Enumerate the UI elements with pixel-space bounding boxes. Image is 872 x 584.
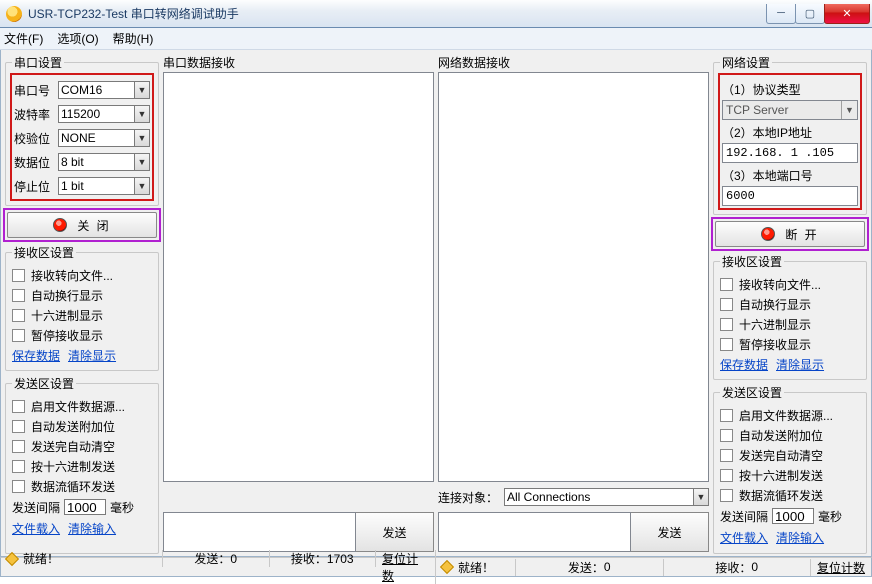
status-send-left: 0 <box>230 552 237 566</box>
status-ready-right: 就绪！ <box>458 559 494 576</box>
chevron-down-icon: ▼ <box>841 101 857 119</box>
menu-help[interactable]: 帮助(H) <box>113 30 154 47</box>
recv-opt-0[interactable]: 接收转向文件... <box>12 265 152 285</box>
serial-send-button[interactable]: 发送 <box>356 512 434 552</box>
send-opt-4[interactable]: 数据流循环发送 <box>12 476 152 496</box>
window-title: USR-TCP232-Test 串口转网络调试助手 <box>28 5 767 22</box>
chevron-down-icon: ▼ <box>134 106 149 122</box>
recv-opt-r3[interactable]: 暂停接收显示 <box>720 334 860 354</box>
net-recv-textarea[interactable] <box>438 72 709 482</box>
serial-port-combo[interactable]: COM16▼ <box>58 81 150 99</box>
send-opt-1[interactable]: 自动发送附加位 <box>12 416 152 436</box>
save-data-link-right[interactable]: 保存数据 <box>720 356 768 373</box>
reset-count-left[interactable]: 复位计数 <box>382 550 429 584</box>
send-opt-2[interactable]: 发送完自动清空 <box>12 436 152 456</box>
recv-options-group-right: 接收区设置 接收转向文件... 自动换行显示 十六进制显示 暂停接收显示 保存数… <box>713 253 867 380</box>
chevron-down-icon: ▼ <box>134 82 149 98</box>
recv-opt-r0[interactable]: 接收转向文件... <box>720 274 860 294</box>
stopbits-label: 停止位 <box>14 178 54 195</box>
pin-icon <box>5 551 19 565</box>
net-settings-group: 网络设置 （1）协议类型 TCP Server▼ （2）本地IP地址 192.1… <box>713 54 867 215</box>
clear-display-link-left[interactable]: 清除显示 <box>68 347 116 364</box>
save-data-link-left[interactable]: 保存数据 <box>12 347 60 364</box>
net-port-input[interactable]: 6000 <box>722 186 858 206</box>
chevron-down-icon: ▼ <box>693 489 708 505</box>
databits-label: 数据位 <box>14 154 54 171</box>
serial-settings-group: 串口设置 串口号 COM16▼ 波特率 115200▼ 校验位 NONE▼ 数据… <box>5 54 159 206</box>
send-opt-r0[interactable]: 启用文件数据源... <box>720 405 860 425</box>
stopbits-combo[interactable]: 1 bit▼ <box>58 177 150 195</box>
chevron-down-icon: ▼ <box>134 130 149 146</box>
serial-settings-legend: 串口设置 <box>12 54 64 71</box>
send-opt-0[interactable]: 启用文件数据源... <box>12 396 152 416</box>
app-icon <box>6 6 22 22</box>
baud-combo[interactable]: 115200▼ <box>58 105 150 123</box>
serial-port-label: 串口号 <box>14 82 54 99</box>
serial-center: 串口数据接收 发送 <box>163 54 434 552</box>
file-load-link-right[interactable]: 文件载入 <box>720 529 768 546</box>
conn-target-combo[interactable]: All Connections▼ <box>504 488 709 506</box>
serial-send-textarea[interactable] <box>163 512 356 552</box>
send-opt-3[interactable]: 按十六进制发送 <box>12 456 152 476</box>
conn-target-label: 连接对象： <box>438 489 498 506</box>
net-proto-label: （1）协议类型 <box>722 81 858 98</box>
parity-combo[interactable]: NONE▼ <box>58 129 150 147</box>
databits-combo[interactable]: 8 bit▼ <box>58 153 150 171</box>
title-bar: USR-TCP232-Test 串口转网络调试助手 ─ ▢ ✕ <box>0 0 872 28</box>
clear-input-link-left[interactable]: 清除输入 <box>68 520 116 537</box>
record-dot-icon <box>761 227 775 241</box>
status-recv-left: 1703 <box>327 552 354 566</box>
recv-options-group-left: 接收区设置 接收转向文件... 自动换行显示 十六进制显示 暂停接收显示 保存数… <box>5 244 159 371</box>
maximize-button[interactable]: ▢ <box>795 4 825 24</box>
chevron-down-icon: ▼ <box>134 178 149 194</box>
net-send-textarea[interactable] <box>438 512 631 552</box>
status-bar: 就绪！ 发送：0 接收：1703 复位计数 就绪！ 发送：0 接收：0 复位计数 <box>0 557 872 577</box>
net-ip-input[interactable]: 192.168. 1 .105 <box>722 143 858 163</box>
send-options-group-left: 发送区设置 启用文件数据源... 自动发送附加位 发送完自动清空 按十六进制发送… <box>5 375 159 554</box>
recv-opt-2[interactable]: 十六进制显示 <box>12 305 152 325</box>
clear-input-link-right[interactable]: 清除输入 <box>776 529 824 546</box>
menu-options[interactable]: 选项(O) <box>57 30 98 47</box>
left-panel: 串口设置 串口号 COM16▼ 波特率 115200▼ 校验位 NONE▼ 数据… <box>1 50 163 556</box>
send-opt-r4[interactable]: 数据流循环发送 <box>720 485 860 505</box>
parity-label: 校验位 <box>14 130 54 147</box>
recv-opt-3[interactable]: 暂停接收显示 <box>12 325 152 345</box>
send-opt-r2[interactable]: 发送完自动清空 <box>720 445 860 465</box>
net-port-label: （3）本地端口号 <box>722 167 858 184</box>
recv-opt-r2[interactable]: 十六进制显示 <box>720 314 860 334</box>
net-send-button[interactable]: 发送 <box>631 512 709 552</box>
net-recv-title: 网络数据接收 <box>438 54 709 70</box>
serial-recv-title: 串口数据接收 <box>163 54 434 70</box>
recv-opt-1[interactable]: 自动换行显示 <box>12 285 152 305</box>
baud-label: 波特率 <box>14 106 54 123</box>
status-ready-left: 就绪！ <box>23 550 59 567</box>
minimize-button[interactable]: ─ <box>766 4 796 24</box>
chevron-down-icon: ▼ <box>134 154 149 170</box>
menu-bar: 文件(F) 选项(O) 帮助(H) <box>0 28 872 50</box>
file-load-link-left[interactable]: 文件载入 <box>12 520 60 537</box>
serial-recv-textarea[interactable] <box>163 72 434 482</box>
net-center: 网络数据接收 连接对象： All Connections▼ 发送 <box>438 54 709 552</box>
send-opt-r3[interactable]: 按十六进制发送 <box>720 465 860 485</box>
pin-icon <box>440 560 454 574</box>
recv-opt-r1[interactable]: 自动换行显示 <box>720 294 860 314</box>
net-disconnect-button[interactable]: 断 开 <box>715 221 865 247</box>
record-dot-icon <box>53 218 67 232</box>
clear-display-link-right[interactable]: 清除显示 <box>776 356 824 373</box>
net-proto-combo[interactable]: TCP Server▼ <box>722 100 858 120</box>
status-recv-right: 0 <box>751 560 758 574</box>
status-send-right: 0 <box>604 560 611 574</box>
net-ip-label: （2）本地IP地址 <box>722 124 858 141</box>
reset-count-right[interactable]: 复位计数 <box>817 559 865 576</box>
send-options-group-right: 发送区设置 启用文件数据源... 自动发送附加位 发送完自动清空 按十六进制发送… <box>713 384 867 554</box>
right-panel: 网络设置 （1）协议类型 TCP Server▼ （2）本地IP地址 192.1… <box>709 50 871 556</box>
serial-close-button[interactable]: 关 闭 <box>7 212 157 238</box>
menu-file[interactable]: 文件(F) <box>4 30 43 47</box>
close-button[interactable]: ✕ <box>824 4 870 24</box>
send-interval-input-right[interactable] <box>772 508 814 524</box>
send-opt-r1[interactable]: 自动发送附加位 <box>720 425 860 445</box>
send-interval-input-left[interactable] <box>64 499 106 515</box>
